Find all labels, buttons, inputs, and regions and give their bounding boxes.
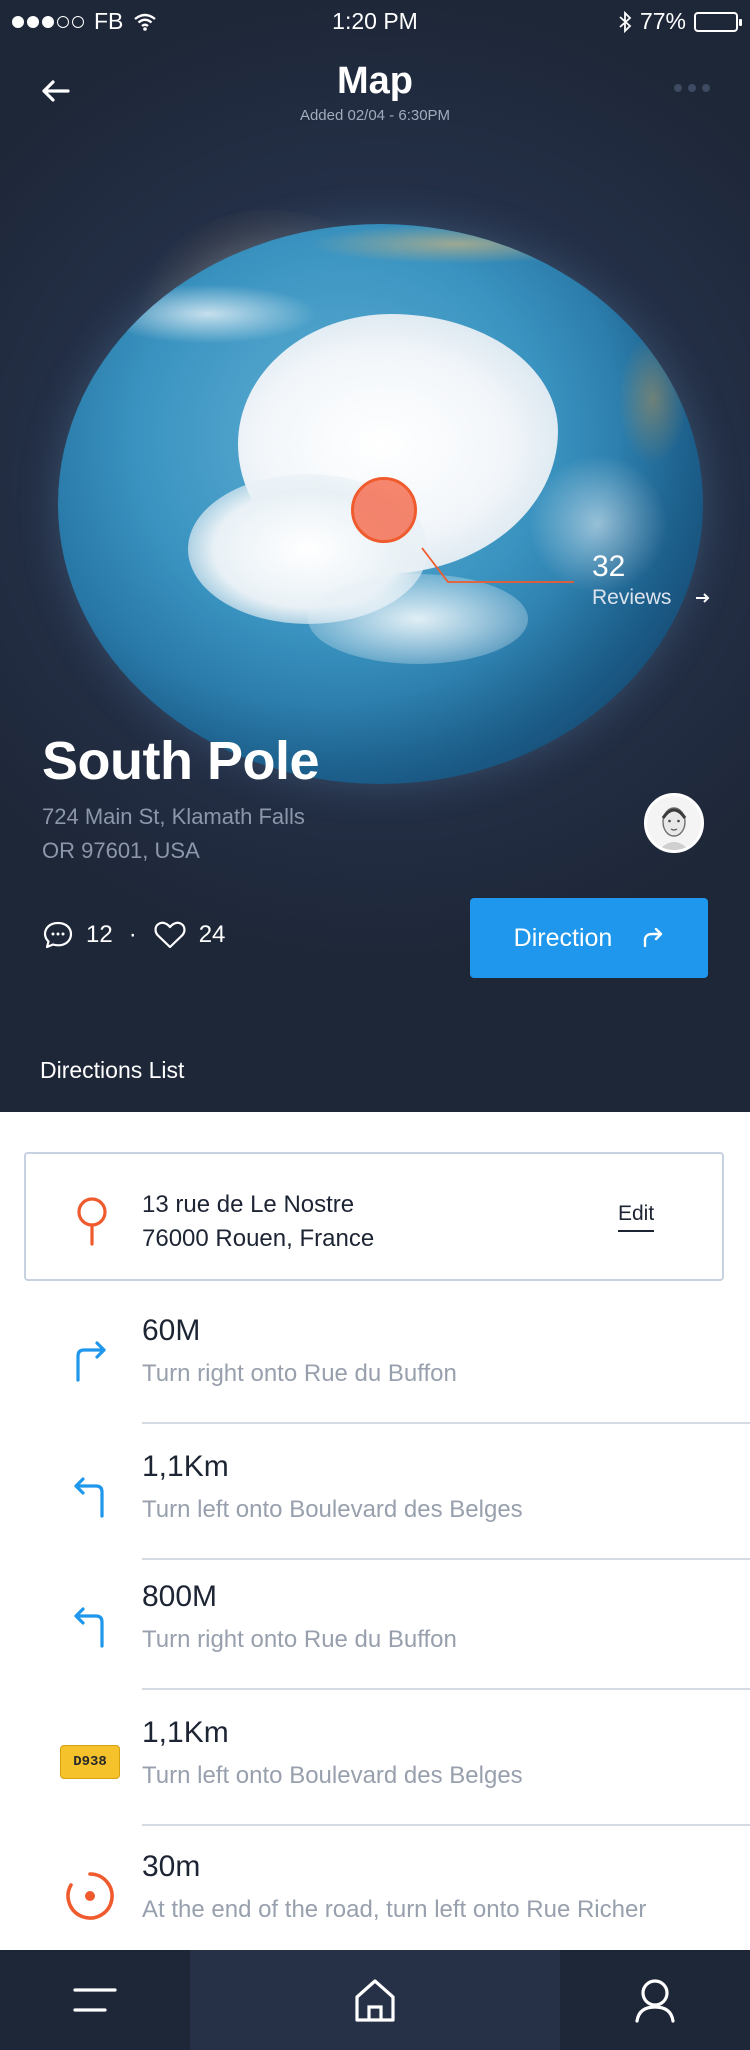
step-distance: 60M <box>142 1314 201 1347</box>
start-pin-icon <box>77 1197 107 1246</box>
page-subtitle: Added 02/04 - 6:30PM <box>299 107 451 124</box>
step-divider <box>142 1688 750 1690</box>
battery-percent: 77% <box>639 8 686 34</box>
direction-button[interactable]: Direction <box>470 898 708 978</box>
reviews-count: 32 <box>592 550 626 583</box>
globe-map[interactable] <box>50 210 705 795</box>
face-portrait-icon <box>659 807 689 850</box>
direction-step[interactable]: 1,1Km Turn left onto Boulevard des Belge… <box>0 1426 750 1560</box>
more-options-icon[interactable] <box>674 84 710 92</box>
pin-leader-line <box>421 547 574 583</box>
page-title: Map <box>337 60 413 102</box>
start-address-card: 13 rue de Le Nostre 76000 Rouen, France … <box>24 1152 724 1281</box>
directions-list-heading: Directions List <box>40 1057 185 1083</box>
comment-bubble-icon <box>43 921 73 949</box>
home-icon <box>355 1979 395 2022</box>
road-sign-icon: D938 <box>60 1732 120 1792</box>
tab-menu[interactable] <box>0 1950 190 2050</box>
stats-row: 12 · 24 <box>42 920 225 950</box>
comments-stat[interactable]: 12 <box>42 920 113 950</box>
step-distance: 1,1Km <box>142 1450 229 1483</box>
step-instruction: Turn right onto Rue du Buffon <box>142 1360 457 1387</box>
likes-count: 24 <box>198 921 226 948</box>
direction-step[interactable]: 800M Turn right onto Rue du Buffon <box>0 1556 750 1690</box>
battery-icon <box>694 11 742 32</box>
destination-icon <box>60 1866 120 1926</box>
avatar[interactable] <box>644 793 704 853</box>
start-address-line-2: 76000 Rouen, France <box>142 1225 375 1252</box>
step-instruction: Turn left onto Boulevard des Belges <box>142 1496 523 1523</box>
step-distance: 800M <box>142 1580 218 1613</box>
reviews-link[interactable]: 32 Reviews <box>592 552 711 610</box>
user-icon <box>635 1979 675 2023</box>
comments-count: 12 <box>86 921 113 948</box>
step-distance: 30m <box>142 1850 201 1883</box>
direction-button-label: Direction <box>513 923 613 952</box>
step-instruction: Turn left onto Boulevard des Belges <box>142 1762 523 1789</box>
start-address-line-1: 13 rue de Le Nostre <box>142 1191 355 1218</box>
tab-home[interactable] <box>190 1950 560 2050</box>
step-divider <box>142 1422 750 1424</box>
place-name: South Pole <box>42 731 320 791</box>
hero-section: FB 1:20 PM 77% Map Added 02/04 - 6:30PM <box>0 0 750 1112</box>
reviews-label-row: Reviews <box>592 586 711 610</box>
start-address: 13 rue de Le Nostre 76000 Rouen, France <box>142 1188 374 1256</box>
turn-left-icon <box>60 1466 120 1526</box>
share-arrow-icon <box>644 928 663 948</box>
place-address: 724 Main St, Klamath Falls OR 97601, USA <box>42 800 305 868</box>
bluetooth-icon <box>619 10 632 33</box>
status-bar: FB 1:20 PM 77% <box>0 0 750 42</box>
heart-icon <box>154 921 186 949</box>
arrow-right-icon <box>696 593 710 603</box>
turn-right-icon <box>60 1330 120 1390</box>
address-line-1: 724 Main St, Klamath Falls <box>42 804 305 829</box>
likes-stat[interactable]: 24 <box>153 920 226 950</box>
menu-icon <box>73 1988 117 2012</box>
road-number-badge: D938 <box>60 1745 120 1779</box>
address-line-2: OR 97601, USA <box>42 838 200 863</box>
step-distance: 1,1Km <box>142 1716 229 1749</box>
direction-step[interactable]: 60M Turn right onto Rue du Buffon <box>0 1290 750 1424</box>
reviews-label: Reviews <box>592 586 672 609</box>
tab-profile[interactable] <box>560 1950 750 2050</box>
stats-separator: · <box>128 921 137 948</box>
bottom-tab-bar <box>0 1950 750 2050</box>
step-instruction: Turn right onto Rue du Buffon <box>142 1626 457 1653</box>
step-instruction: At the end of the road, turn left onto R… <box>142 1896 647 1923</box>
direction-step[interactable]: 30m At the end of the road, turn left on… <box>0 1826 750 1960</box>
status-right: 77% <box>618 8 742 35</box>
direction-step[interactable]: D938 1,1Km Turn left onto Boulevard des … <box>0 1692 750 1826</box>
edit-button[interactable]: Edit <box>618 1202 655 1232</box>
turn-left-icon <box>60 1596 120 1656</box>
